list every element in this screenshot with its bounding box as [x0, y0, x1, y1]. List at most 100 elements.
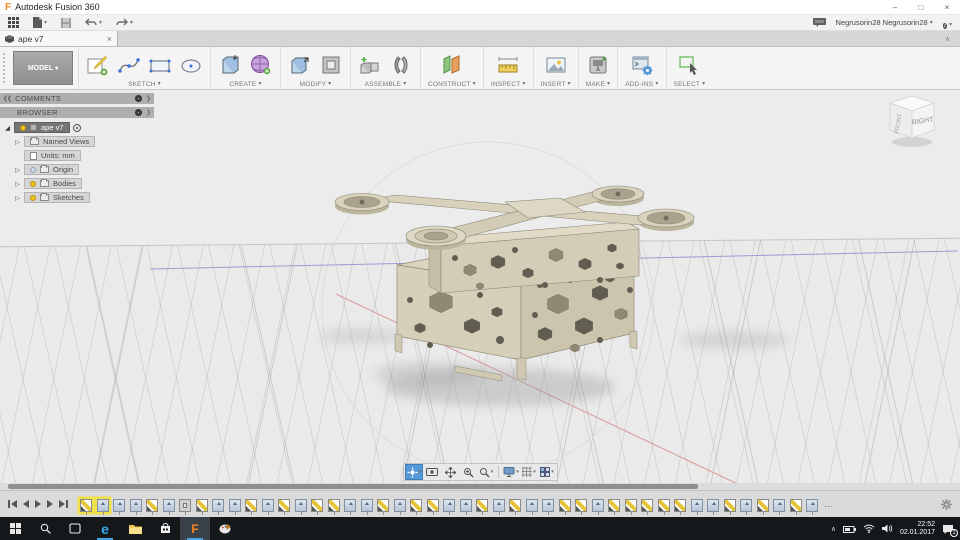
visibility-bulb-icon[interactable]	[30, 180, 36, 187]
insert-image-icon[interactable]	[544, 53, 568, 77]
timeline-feature-extrude[interactable]	[360, 498, 373, 515]
paint-icon[interactable]	[210, 517, 240, 540]
visibility-bulb-icon[interactable]	[30, 166, 36, 173]
step-back-button[interactable]	[23, 500, 29, 508]
browser-flyout-icon[interactable]: ❯	[146, 109, 151, 116]
timeline-feature-sketch[interactable]	[723, 498, 736, 515]
visibility-bulb-icon[interactable]	[20, 124, 26, 131]
joint-icon[interactable]	[389, 53, 413, 77]
tray-expand-icon[interactable]: ∧	[831, 525, 836, 533]
model-drone[interactable]	[334, 185, 695, 382]
volume-icon[interactable]	[881, 520, 893, 538]
start-button[interactable]	[0, 517, 30, 540]
construct-plane-icon[interactable]	[440, 53, 464, 77]
file-menu-button[interactable]	[33, 17, 47, 28]
timeline-feature-sketch[interactable]	[426, 498, 439, 515]
view-cube[interactable]: RIGHT FRONT	[876, 90, 948, 161]
create-menu[interactable]: CREATE	[229, 80, 261, 88]
timeline-feature-sketch[interactable]	[410, 498, 422, 515]
display-caret-icon[interactable]: ▾	[516, 469, 519, 475]
browser-header[interactable]: BROWSER ❯	[0, 107, 154, 118]
press-pull-icon[interactable]	[288, 53, 312, 77]
help-menu[interactable]: ?	[942, 14, 952, 32]
zoom-caret-icon[interactable]: ▾	[491, 469, 494, 475]
timeline-feature-sketch[interactable]	[311, 498, 323, 515]
comments-indicator-icon[interactable]	[134, 95, 142, 102]
timeline-feature-extrude[interactable]	[459, 498, 472, 515]
modify-menu[interactable]: MODIFY	[300, 80, 332, 88]
timeline-feature-extrude[interactable]	[542, 498, 554, 515]
edge-icon[interactable]: e	[90, 517, 120, 540]
timeline-feature-extrude[interactable]	[96, 498, 109, 515]
undo-button[interactable]	[85, 18, 102, 27]
tree-item-bodies[interactable]: ▷ Bodies	[14, 178, 154, 189]
timeline-feature-extrude[interactable]	[707, 498, 719, 515]
tab-close-icon[interactable]: ×	[107, 34, 112, 44]
user-account-menu[interactable]: Negrusorin28 Negrusorin28	[836, 18, 933, 27]
timeline-feature-extrude[interactable]	[773, 498, 785, 515]
timeline-settings-gear-icon[interactable]	[941, 498, 952, 510]
timeline-feature-sketch[interactable]	[575, 498, 587, 515]
timeline-feature-extrude[interactable]	[740, 498, 752, 515]
addins-menu[interactable]: ADD-INS	[625, 80, 658, 88]
timeline-feature-sketch[interactable]	[146, 498, 158, 515]
orbit-button[interactable]: ▾	[405, 464, 423, 480]
timeline-feature-extrude[interactable]	[228, 498, 241, 515]
timeline-feature-extrude[interactable]	[113, 498, 125, 515]
timeline-feature-extrude[interactable]	[344, 498, 356, 515]
step-forward-button[interactable]	[35, 500, 41, 508]
expander-icon[interactable]: ▷	[14, 180, 21, 188]
timeline-feature-sketch[interactable]	[789, 498, 802, 515]
viewports-caret-icon[interactable]: ▾	[551, 469, 554, 475]
expander-icon[interactable]: ▷	[14, 166, 21, 174]
expander-icon[interactable]: ◢	[4, 124, 11, 132]
ellipse-icon[interactable]	[179, 53, 203, 77]
3d-viewport[interactable]: RIGHT FRONT ❮❮ COMMENTS ❯ BROWSER ❯ ◢ ap…	[0, 90, 960, 490]
close-button[interactable]: ×	[934, 0, 960, 14]
rectangle-icon[interactable]	[148, 53, 172, 77]
tree-item-sketches[interactable]: ▷ Sketches	[14, 192, 154, 203]
browser-indicator-icon[interactable]	[134, 109, 142, 116]
tree-item-named-views[interactable]: ▷ Named Views	[14, 136, 154, 147]
create-form-icon[interactable]	[249, 53, 273, 77]
zoom-window-button[interactable]: ▾	[477, 464, 495, 480]
display-settings-button[interactable]: ▾	[502, 464, 520, 480]
make-menu[interactable]: MAKE	[586, 80, 610, 88]
timeline-feature-sketch[interactable]	[624, 498, 637, 515]
timeline-feature-sketch[interactable]	[509, 498, 521, 515]
create-solid-icon[interactable]	[218, 53, 242, 77]
visibility-bulb-icon[interactable]	[30, 194, 36, 201]
orbit-caret-icon[interactable]: ▾	[419, 469, 422, 475]
measure-icon[interactable]	[496, 53, 520, 77]
toolbar-collapse-icon[interactable]: ∧	[945, 31, 960, 46]
timeline-feature-extrude[interactable]	[212, 498, 224, 515]
timeline-feature-extrude[interactable]	[162, 498, 175, 515]
inspect-menu[interactable]: INSPECT	[491, 80, 526, 88]
timeline-overflow[interactable]: …	[824, 499, 834, 509]
timeline-feature-sketch[interactable]	[476, 498, 488, 515]
construct-menu[interactable]: CONSTRUCT	[428, 80, 476, 88]
timeline-feature-sketch[interactable]	[327, 498, 340, 515]
timeline-feature-sketch[interactable]	[756, 498, 769, 515]
timeline-feature-extrude[interactable]	[443, 498, 455, 515]
timeline-feature-extrude[interactable]	[129, 498, 142, 515]
pan-button[interactable]	[441, 464, 459, 480]
expander-icon[interactable]: ▷	[14, 138, 21, 146]
go-to-end-button[interactable]	[59, 500, 68, 508]
save-button[interactable]	[61, 17, 72, 28]
taskbar-clock[interactable]: 22:52 02.01.2017	[900, 521, 935, 537]
timeline-feature-extrude[interactable]	[261, 498, 274, 515]
select-icon[interactable]	[677, 53, 701, 77]
play-button[interactable]	[47, 500, 53, 508]
fusion360-taskbar-icon[interactable]: F	[180, 517, 210, 540]
make-3dprint-icon[interactable]	[586, 53, 610, 77]
timeline-feature-sketch[interactable]	[195, 498, 208, 515]
comments-flyout-icon[interactable]: ❯	[146, 95, 151, 102]
scrollbar-thumb[interactable]	[8, 484, 698, 489]
timeline-scrollbar[interactable]	[0, 483, 960, 490]
file-explorer-icon[interactable]	[120, 517, 150, 540]
timeline-feature-sketch[interactable]	[278, 498, 290, 515]
viewports-button[interactable]: ▾	[538, 464, 556, 480]
timeline-feature-sketch[interactable]	[377, 498, 389, 515]
comments-header[interactable]: ❮❮ COMMENTS ❯	[0, 93, 154, 104]
